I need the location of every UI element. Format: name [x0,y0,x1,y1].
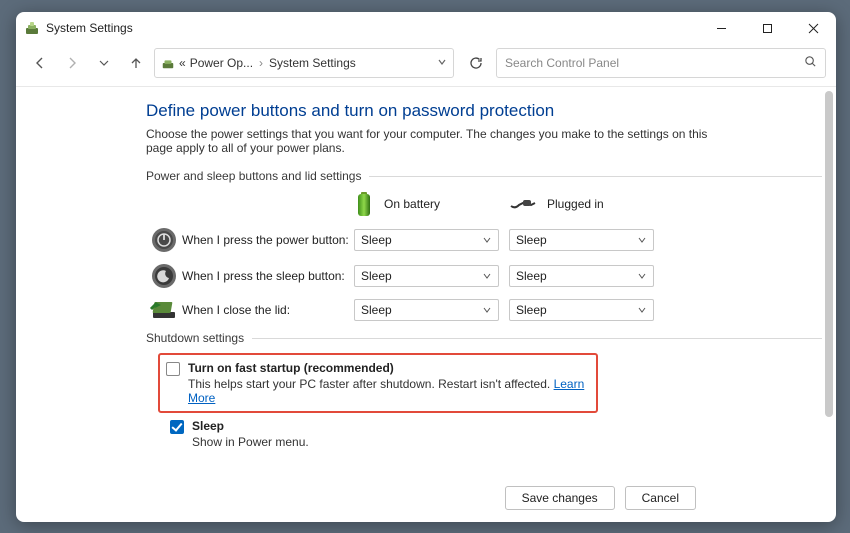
minimize-button[interactable] [698,12,744,44]
close-button[interactable] [790,12,836,44]
refresh-button[interactable] [462,49,490,77]
forward-button[interactable] [58,49,86,77]
column-headers: On battery Plugged in [146,191,822,217]
section-buttons-lid-label: Power and sleep buttons and lid settings [146,169,361,183]
settings-window: System Settings « [16,12,836,522]
row-close-lid: When I close the lid: Sleep Sleep [146,299,822,321]
close-lid-label: When I close the lid: [182,303,354,317]
up-button[interactable] [122,49,150,77]
power-button-label: When I press the power button: [182,233,354,247]
breadcrumb-crumb2[interactable]: System Settings [269,56,356,70]
col-plugged-label: Plugged in [547,197,604,211]
page-description: Choose the power settings that you want … [146,127,736,155]
sleep-button-plugged-select[interactable]: Sleep [509,265,654,287]
sleep-button-icon [151,263,177,289]
search-input[interactable]: Search Control Panel [496,48,826,78]
address-app-icon [161,56,175,70]
laptop-lid-icon [149,299,179,321]
section-shutdown-label: Shutdown settings [146,331,244,345]
window-title: System Settings [46,21,133,35]
row-power-button: When I press the power button: Sleep Sle… [146,227,822,253]
battery-icon [354,191,374,217]
section-shutdown: Shutdown settings [146,331,822,345]
close-lid-battery-select[interactable]: Sleep [354,299,499,321]
breadcrumb-prefix: « [179,56,186,70]
sleep-checkbox[interactable] [170,420,184,434]
back-button[interactable] [26,49,54,77]
col-battery: On battery [354,191,509,217]
power-button-battery-select[interactable]: Sleep [354,229,499,251]
fast-startup-highlight: Turn on fast startup (recommended) This … [158,353,598,413]
power-button-plugged-select[interactable]: Sleep [509,229,654,251]
address-bar[interactable]: « Power Op... › System Settings [154,48,454,78]
navbar: « Power Op... › System Settings Search C… [16,44,836,86]
sleep-button-battery-select[interactable]: Sleep [354,265,499,287]
sleep-desc: Show in Power menu. [192,435,309,449]
footer: Save changes Cancel [16,478,836,522]
sleep-button-label: When I press the sleep button: [182,269,354,283]
fast-startup-desc: This helps start your PC faster after sh… [188,377,550,391]
fast-startup-checkbox[interactable] [166,362,180,376]
row-sleep-button: When I press the sleep button: Sleep Sle… [146,263,822,289]
breadcrumb-sep-icon: › [257,56,265,70]
save-button[interactable]: Save changes [505,486,615,510]
page-title: Define power buttons and turn on passwor… [146,101,822,121]
app-icon [24,20,40,36]
col-plugged: Plugged in [509,197,664,211]
close-lid-plugged-select[interactable]: Sleep [509,299,654,321]
power-button-icon [151,227,177,253]
col-battery-label: On battery [384,197,440,211]
plug-icon [509,197,537,211]
recent-dropdown-button[interactable] [90,49,118,77]
search-icon [804,55,817,71]
scrollbar[interactable] [824,91,834,474]
section-buttons-lid: Power and sleep buttons and lid settings [146,169,822,183]
sleep-label: Sleep [192,419,309,433]
fast-startup-label: Turn on fast startup (recommended) [188,361,590,375]
address-chevron-icon[interactable] [437,56,447,70]
maximize-button[interactable] [744,12,790,44]
scrollbar-thumb[interactable] [825,91,833,417]
breadcrumb-crumb1[interactable]: Power Op... [190,56,253,70]
content-pane: Define power buttons and turn on passwor… [16,86,836,478]
titlebar: System Settings [16,12,836,44]
cancel-button[interactable]: Cancel [625,486,696,510]
search-placeholder: Search Control Panel [505,56,804,70]
